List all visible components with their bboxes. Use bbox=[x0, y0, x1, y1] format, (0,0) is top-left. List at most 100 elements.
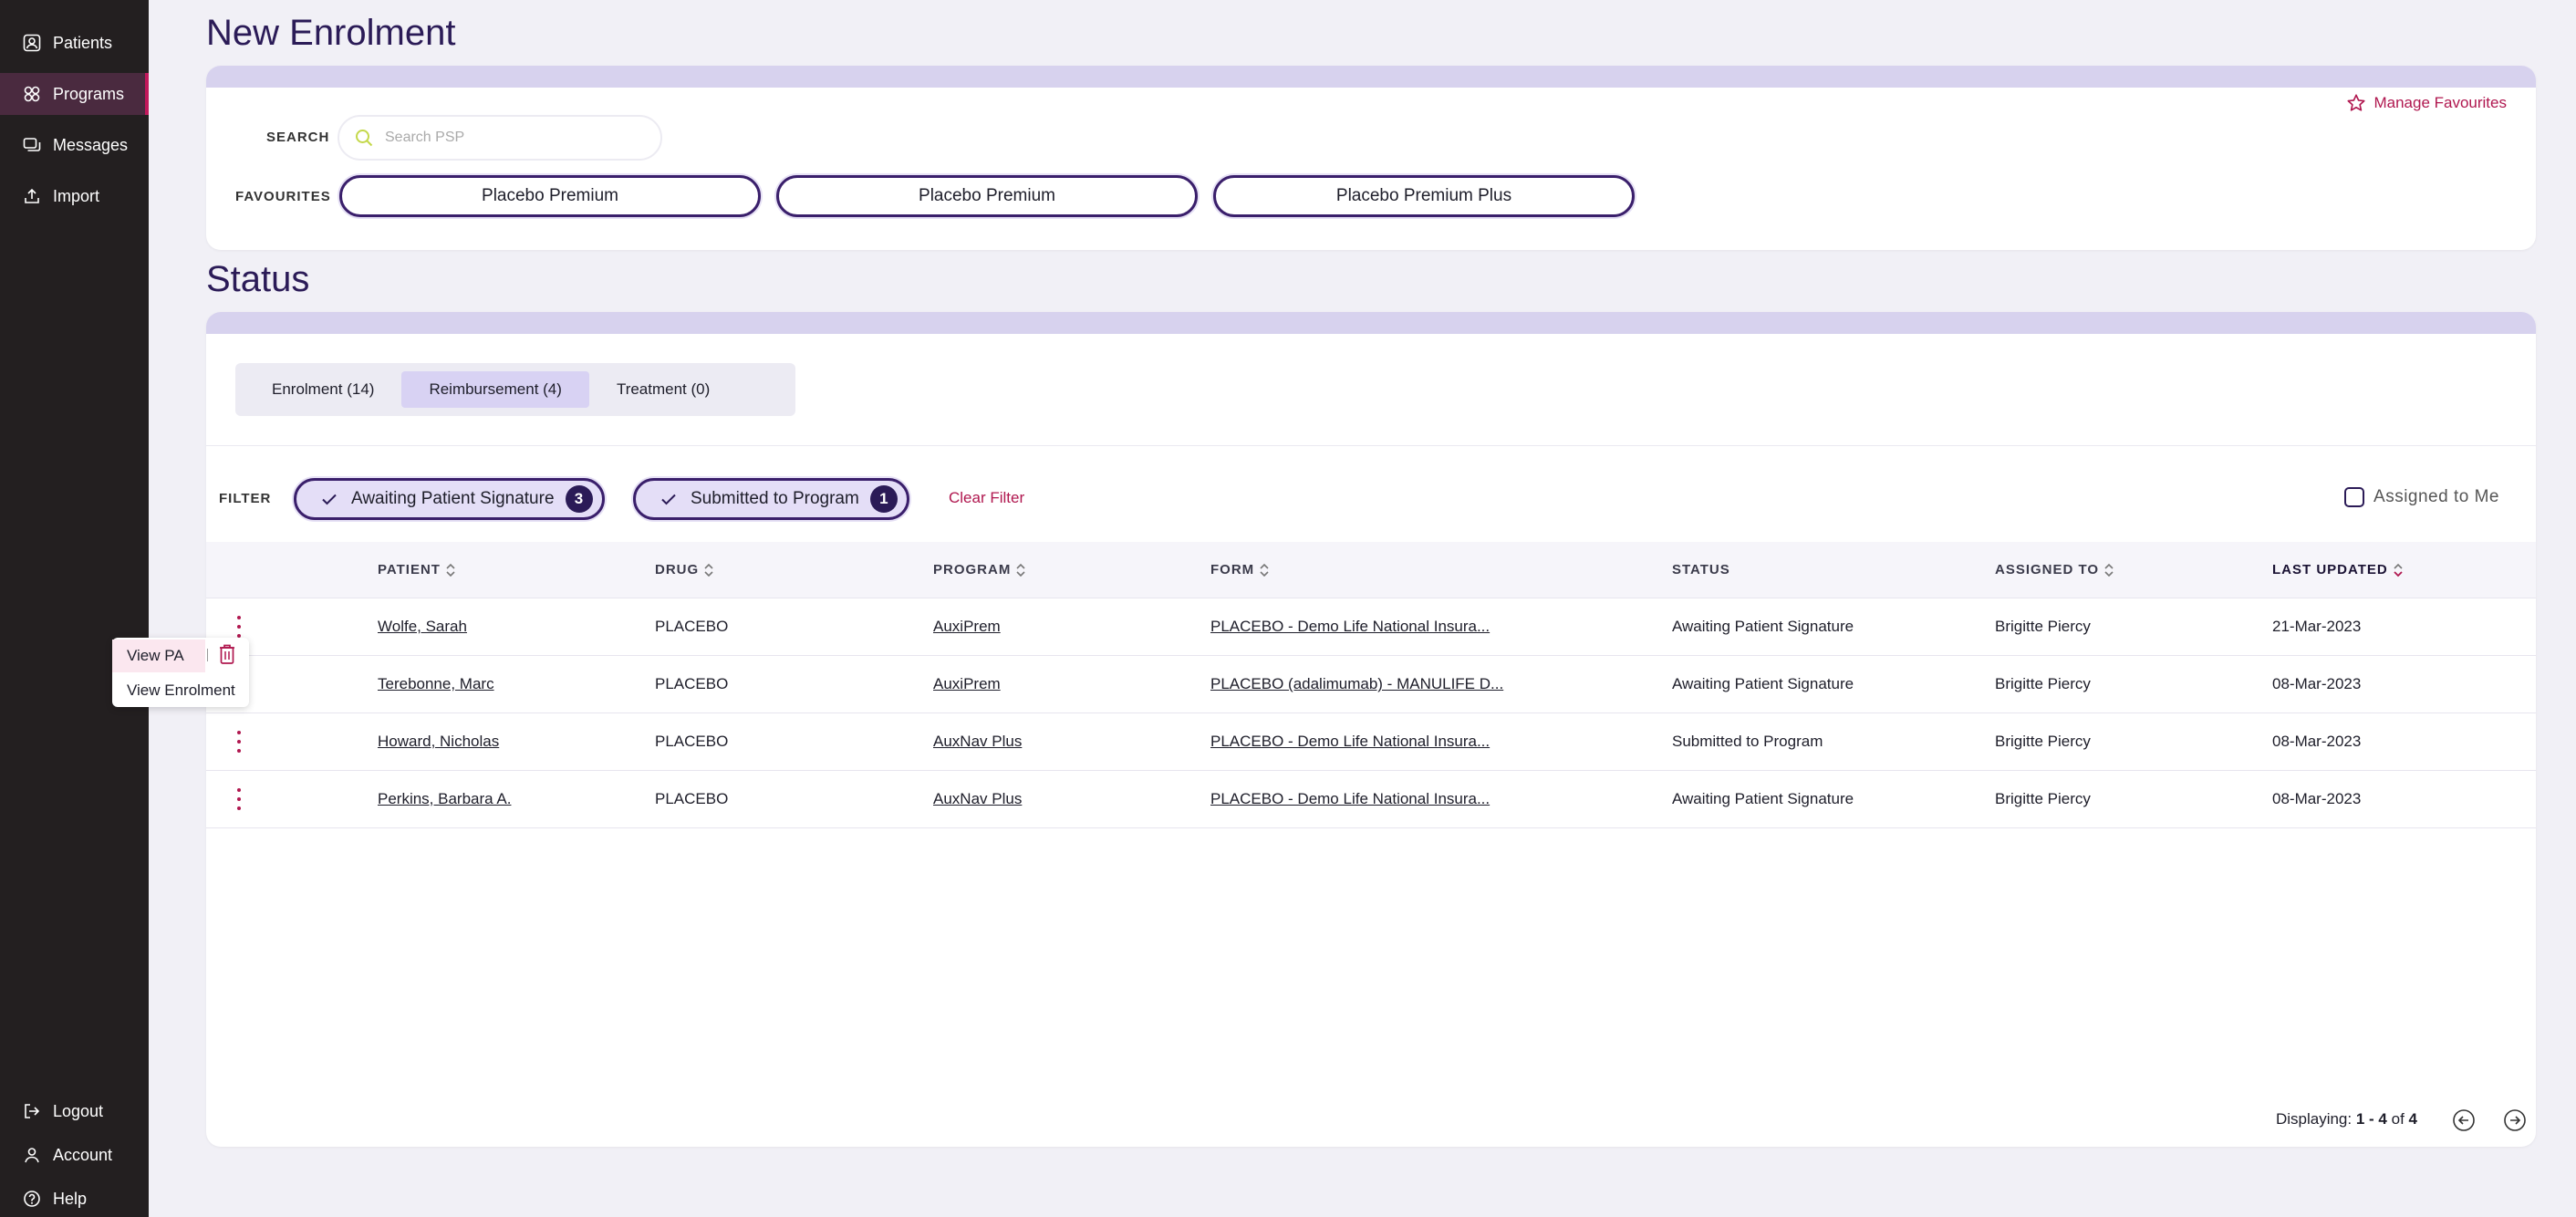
column-header-drug[interactable]: DRUG bbox=[655, 562, 713, 577]
table-row: Howard, Nicholas PLACEBO AuxNav Plus PLA… bbox=[206, 713, 2536, 771]
sidebar-item-programs[interactable]: Programs bbox=[0, 73, 149, 115]
checkbox-box[interactable] bbox=[2344, 487, 2365, 507]
manage-favourites-link[interactable]: Manage Favourites bbox=[2346, 93, 2507, 113]
view-pa-menu-item[interactable]: View PA bbox=[112, 640, 205, 672]
sidebar-item-help[interactable]: Help bbox=[0, 1178, 149, 1217]
menu-separator bbox=[207, 649, 208, 661]
column-header-form[interactable]: FORM bbox=[1210, 562, 1269, 577]
filter-chip-submitted[interactable]: Submitted to Program 1 bbox=[633, 478, 909, 520]
status-title: Status bbox=[206, 259, 310, 299]
status-cell: Awaiting Patient Signature bbox=[1672, 675, 1854, 692]
sidebar-item-account[interactable]: Account bbox=[0, 1134, 149, 1176]
tab-reimbursement[interactable]: Reimbursement (4) bbox=[401, 371, 589, 408]
sort-icon bbox=[1260, 563, 1269, 577]
column-label: DRUG bbox=[655, 562, 700, 577]
drug-cell: PLACEBO bbox=[655, 675, 729, 692]
column-header-status: STATUS bbox=[1672, 562, 1730, 577]
new-enrolment-card: SEARCH FAVOURITES Placebo Premium Placeb… bbox=[206, 66, 2536, 250]
sort-icon bbox=[1016, 563, 1025, 577]
favourite-pill[interactable]: Placebo Premium Plus bbox=[1213, 175, 1635, 217]
row-menu-button[interactable] bbox=[232, 728, 246, 755]
sidebar-item-import[interactable]: Import bbox=[0, 175, 149, 217]
sort-icon bbox=[2104, 563, 2114, 577]
assigned-cell: Brigitte Piercy bbox=[1995, 675, 2091, 692]
row-context-menu: View PA View Enrolment bbox=[112, 638, 249, 707]
tab-enrolment[interactable]: Enrolment (14) bbox=[244, 371, 401, 408]
filter-label: FILTER bbox=[219, 491, 272, 506]
page-title: New Enrolment bbox=[206, 13, 456, 53]
column-label: LAST UPDATED bbox=[2272, 562, 2388, 577]
pager-prefix: Displaying: bbox=[2275, 1110, 2353, 1128]
assigned-to-me-label: Assigned to Me bbox=[2373, 487, 2499, 506]
program-link[interactable]: AuxNav Plus bbox=[933, 733, 1022, 751]
column-header-patient[interactable]: PATIENT bbox=[378, 562, 455, 577]
favourite-pill[interactable]: Placebo Premium bbox=[776, 175, 1198, 217]
table-row: Perkins, Barbara A. PLACEBO AuxNav Plus … bbox=[206, 771, 2536, 828]
sidebar-item-label: Programs bbox=[53, 84, 125, 103]
filter-chip-awaiting-signature[interactable]: Awaiting Patient Signature 3 bbox=[294, 478, 605, 520]
sidebar-item-patients[interactable]: Patients bbox=[0, 22, 149, 64]
sidebar-item-label: Import bbox=[53, 186, 100, 205]
row-menu-button[interactable] bbox=[232, 785, 246, 813]
updated-cell: 08-Mar-2023 bbox=[2272, 790, 2362, 807]
check-icon bbox=[660, 490, 678, 508]
search-input[interactable] bbox=[385, 130, 640, 146]
table-header: PATIENT DRUG PROGRAM FORM STATUS ASSIGNE… bbox=[206, 542, 2536, 598]
row-menu-button[interactable] bbox=[232, 613, 246, 640]
filter-chip-label: Awaiting Patient Signature bbox=[351, 489, 555, 508]
drug-cell: PLACEBO bbox=[655, 733, 729, 750]
filter-count-badge: 1 bbox=[869, 485, 898, 513]
column-label: ASSIGNED TO bbox=[1995, 562, 2100, 577]
column-header-last-updated[interactable]: LAST UPDATED bbox=[2272, 562, 2403, 577]
pagination-summary: Displaying: 1 - 4 of 4 bbox=[2276, 1110, 2417, 1129]
import-icon bbox=[22, 186, 42, 206]
sidebar-item-logout[interactable]: Logout bbox=[0, 1090, 149, 1132]
assigned-to-me-checkbox[interactable]: Assigned to Me bbox=[2344, 487, 2499, 507]
search-icon bbox=[354, 128, 374, 148]
program-link[interactable]: AuxiPrem bbox=[933, 675, 1001, 693]
patient-link[interactable]: Howard, Nicholas bbox=[378, 733, 499, 751]
program-link[interactable]: AuxNav Plus bbox=[933, 790, 1022, 808]
patient-link[interactable]: Wolfe, Sarah bbox=[378, 618, 467, 636]
tab-treatment[interactable]: Treatment (0) bbox=[589, 371, 737, 408]
sidebar-item-label: Help bbox=[53, 1189, 88, 1208]
updated-cell: 08-Mar-2023 bbox=[2272, 733, 2362, 750]
column-header-program[interactable]: PROGRAM bbox=[933, 562, 1025, 577]
sidebar-item-messages[interactable]: Messages bbox=[0, 124, 149, 166]
reimbursement-table: PATIENT DRUG PROGRAM FORM STATUS ASSIGNE… bbox=[206, 542, 2536, 828]
table-row: Wolfe, Sarah PLACEBO AuxiPrem PLACEBO - … bbox=[206, 598, 2536, 656]
trash-icon[interactable] bbox=[218, 643, 236, 670]
assigned-cell: Brigitte Piercy bbox=[1995, 790, 2091, 807]
view-enrolment-menu-item[interactable]: View Enrolment bbox=[112, 674, 235, 707]
status-cell: Awaiting Patient Signature bbox=[1672, 790, 1854, 807]
star-icon bbox=[2346, 93, 2366, 113]
favourites-label: FAVOURITES bbox=[235, 189, 331, 204]
table-row: Terebonne, Marc PLACEBO AuxiPrem PLACEBO… bbox=[206, 656, 2536, 713]
sort-icon bbox=[446, 563, 455, 577]
card-band bbox=[206, 312, 2536, 334]
patient-link[interactable]: Perkins, Barbara A. bbox=[378, 790, 511, 808]
programs-icon bbox=[22, 84, 42, 104]
form-link[interactable]: PLACEBO - Demo Life National Insura... bbox=[1210, 733, 1490, 751]
clear-filter-link[interactable]: Clear Filter bbox=[949, 489, 1024, 507]
next-page-icon[interactable] bbox=[2503, 1108, 2527, 1132]
program-link[interactable]: AuxiPrem bbox=[933, 618, 1001, 636]
search-box bbox=[338, 115, 662, 161]
pager-total: 4 bbox=[2408, 1110, 2417, 1128]
assigned-cell: Brigitte Piercy bbox=[1995, 733, 2091, 750]
form-link[interactable]: PLACEBO - Demo Life National Insura... bbox=[1210, 618, 1490, 636]
favourite-pill[interactable]: Placebo Premium bbox=[339, 175, 761, 217]
column-header-assigned-to[interactable]: ASSIGNED TO bbox=[1995, 562, 2114, 577]
status-cell: Awaiting Patient Signature bbox=[1672, 618, 1854, 635]
status-tabs: Enrolment (14) Reimbursement (4) Treatme… bbox=[235, 363, 795, 416]
prev-page-icon[interactable] bbox=[2452, 1108, 2476, 1132]
form-link[interactable]: PLACEBO - Demo Life National Insura... bbox=[1210, 790, 1490, 808]
form-link[interactable]: PLACEBO (adalimumab) - MANULIFE D... bbox=[1210, 675, 1503, 693]
status-card: Enrolment (14) Reimbursement (4) Treatme… bbox=[206, 312, 2536, 1147]
filter-chip-label: Submitted to Program bbox=[691, 489, 859, 508]
patient-link[interactable]: Terebonne, Marc bbox=[378, 675, 494, 693]
check-icon bbox=[320, 490, 338, 508]
sort-desc-icon bbox=[2394, 563, 2403, 577]
updated-cell: 21-Mar-2023 bbox=[2272, 618, 2362, 635]
filter-count-badge: 3 bbox=[565, 485, 593, 513]
